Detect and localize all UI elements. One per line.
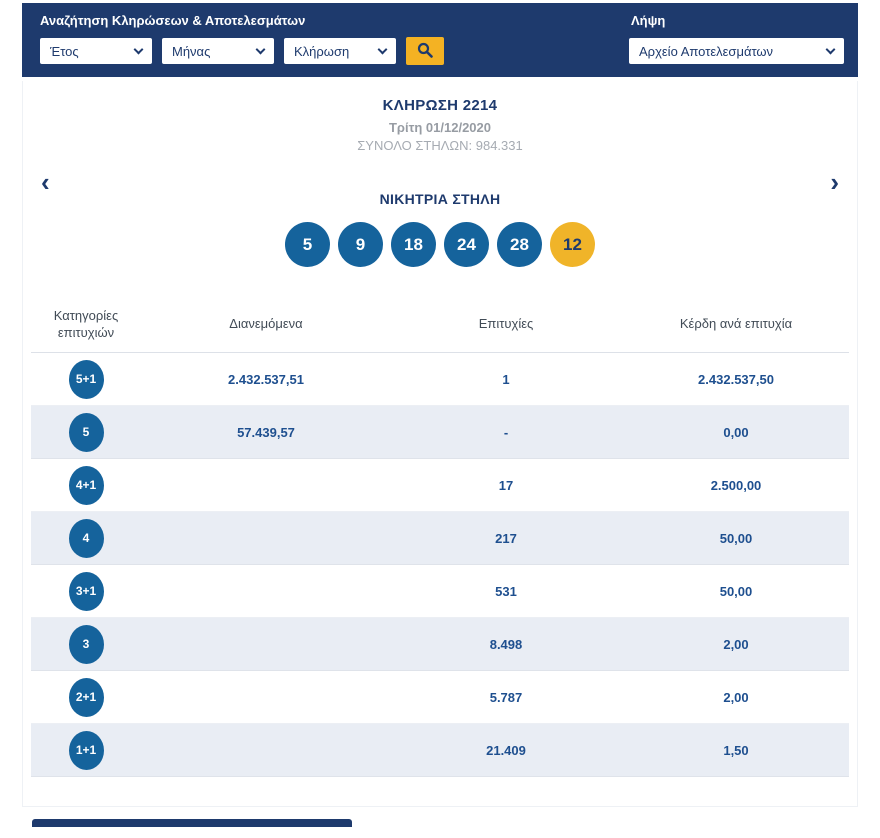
category-badge: 4+1 xyxy=(69,466,104,505)
prize-value: 2.432.537,50 xyxy=(621,372,851,387)
column-header-winners: Επιτυχίες xyxy=(391,316,621,332)
winners-value: 5.787 xyxy=(391,690,621,705)
month-select[interactable]: Μήνας xyxy=(162,38,274,64)
draw-date: Τρίτη 01/12/2020 xyxy=(23,120,857,135)
column-header-distributed: Διανεμόμενα xyxy=(141,316,391,332)
winners-value: 217 xyxy=(391,531,621,546)
winning-number-ball: 9 xyxy=(338,222,383,267)
winners-value: 8.498 xyxy=(391,637,621,652)
table-row: 4+1 172.500,00 xyxy=(31,459,849,512)
next-draw-button[interactable]: › xyxy=(830,169,839,195)
winning-number-ball: 18 xyxy=(391,222,436,267)
winners-value: 17 xyxy=(391,478,621,493)
column-header-prize: Κέρδη ανά επιτυχία xyxy=(621,316,851,332)
draw-header: ΚΛΗΡΩΣΗ 2214 Τρίτη 01/12/2020 ΣΥΝΟΛΟ ΣΤΗ… xyxy=(23,81,857,153)
category-badge: 4 xyxy=(69,519,104,558)
table-row: 4 21750,00 xyxy=(31,512,849,565)
category-badge: 1+1 xyxy=(69,731,104,770)
draw-select[interactable]: Κλήρωση xyxy=(284,38,396,64)
previous-draw-button[interactable]: ‹ xyxy=(41,169,50,195)
table-header-row: Κατηγορίες επιτυχιών Διανεμόμενα Επιτυχί… xyxy=(31,297,849,353)
category-badge: 3+1 xyxy=(69,572,104,611)
search-button[interactable] xyxy=(406,37,444,65)
joker-number-ball: 12 xyxy=(550,222,595,267)
results-card: ‹ › ΚΛΗΡΩΣΗ 2214 Τρίτη 01/12/2020 ΣΥΝΟΛΟ… xyxy=(22,81,858,807)
prize-value: 50,00 xyxy=(621,584,851,599)
chevron-down-icon xyxy=(256,45,266,55)
winning-number-ball: 24 xyxy=(444,222,489,267)
chevron-down-icon xyxy=(134,45,144,55)
archive-select-value: Αρχείο Αποτελεσμάτων xyxy=(639,44,773,59)
table-row: 2+1 5.7872,00 xyxy=(31,671,849,724)
download-label: Λήψη xyxy=(629,13,844,28)
category-badge: 3 xyxy=(69,625,104,664)
prize-value: 0,00 xyxy=(621,425,851,440)
archive-select[interactable]: Αρχείο Αποτελεσμάτων xyxy=(629,38,844,64)
distributed-value: 2.432.537,51 xyxy=(141,372,391,387)
column-header-categories: Κατηγορίες επιτυχιών xyxy=(36,308,136,341)
results-table: Κατηγορίες επιτυχιών Διανεμόμενα Επιτυχί… xyxy=(31,297,849,777)
table-row: 5 57.439,57-0,00 xyxy=(31,406,849,459)
winners-value: - xyxy=(391,425,621,440)
prize-value: 2,00 xyxy=(621,690,851,705)
draw-title: ΚΛΗΡΩΣΗ 2214 xyxy=(23,97,857,114)
winners-value: 1 xyxy=(391,372,621,387)
chevron-down-icon xyxy=(826,45,836,55)
magnifier-icon xyxy=(417,42,433,61)
category-badge: 2+1 xyxy=(69,678,104,717)
search-panel-title: Αναζήτηση Κληρώσεων & Αποτελεσμάτων xyxy=(40,13,629,28)
winning-numbers: 5918242812 xyxy=(23,222,857,267)
footer-bar xyxy=(32,819,352,827)
winning-number-ball: 5 xyxy=(285,222,330,267)
table-row: 1+1 21.4091,50 xyxy=(31,724,849,777)
chevron-down-icon xyxy=(378,45,388,55)
winning-column-title: ΝΙΚΗΤΡΙΑ ΣΤΗΛΗ xyxy=(23,191,857,207)
prize-value: 50,00 xyxy=(621,531,851,546)
table-row: 5+1 2.432.537,5112.432.537,50 xyxy=(31,353,849,406)
month-select-value: Μήνας xyxy=(172,44,210,59)
prize-value: 2.500,00 xyxy=(621,478,851,493)
winners-value: 21.409 xyxy=(391,743,621,758)
table-row: 3 8.4982,00 xyxy=(31,618,849,671)
prize-value: 1,50 xyxy=(621,743,851,758)
winners-value: 531 xyxy=(391,584,621,599)
winning-number-ball: 28 xyxy=(497,222,542,267)
draw-total-columns: ΣΥΝΟΛΟ ΣΤΗΛΩΝ: 984.331 xyxy=(23,138,857,153)
category-badge: 5+1 xyxy=(69,360,104,399)
table-row: 3+1 53150,00 xyxy=(31,565,849,618)
year-select-value: Έτος xyxy=(50,44,79,59)
year-select[interactable]: Έτος xyxy=(40,38,152,64)
category-badge: 5 xyxy=(69,413,104,452)
search-panel: Αναζήτηση Κληρώσεων & Αποτελεσμάτων Λήψη… xyxy=(22,3,858,77)
draw-select-value: Κλήρωση xyxy=(294,44,349,59)
table-body: 5+1 2.432.537,5112.432.537,50 5 57.439,57-0… xyxy=(31,353,849,777)
prize-value: 2,00 xyxy=(621,637,851,652)
search-controls: Έτος Μήνας Κλήρωση xyxy=(40,37,629,65)
distributed-value: 57.439,57 xyxy=(141,425,391,440)
